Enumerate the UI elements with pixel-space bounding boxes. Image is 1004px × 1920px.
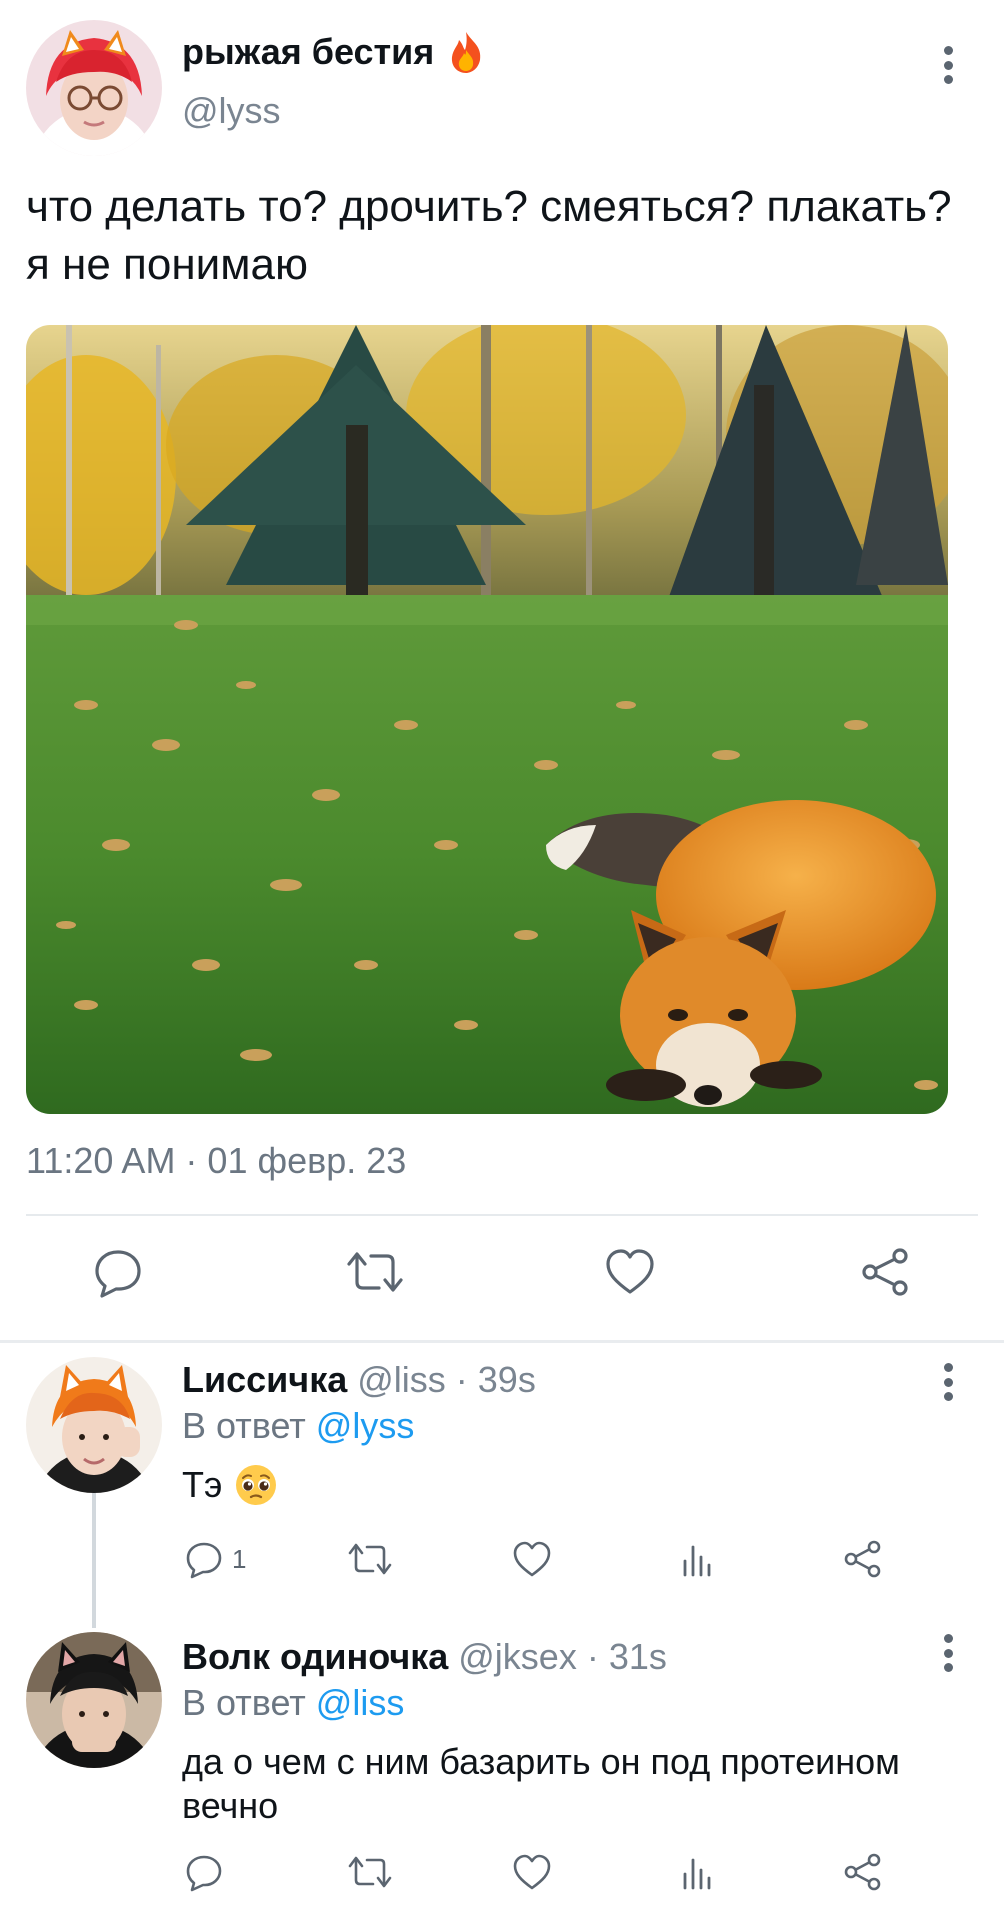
share-icon <box>844 1540 881 1578</box>
reply-author-name[interactable]: Lиссичка <box>182 1359 347 1401</box>
like-button[interactable] <box>512 1539 552 1579</box>
analytics-button[interactable] <box>677 1852 717 1892</box>
share-button[interactable] <box>843 1852 883 1892</box>
reply-to-label: В ответ <box>182 1405 306 1446</box>
share-button[interactable] <box>860 1246 912 1298</box>
reply-author-name[interactable]: Волк одиночка <box>182 1636 448 1678</box>
reply-author-avatar[interactable] <box>26 1357 162 1493</box>
reply-text: Тэ <box>182 1463 972 1507</box>
reply-to-mention[interactable]: @lyss <box>316 1405 415 1446</box>
reply-tweet[interactable]: Волк одиночка @jksex · 31s В ответ @liss… <box>0 1620 1004 1920</box>
like-button[interactable] <box>604 1246 656 1298</box>
reply-text: да о чем с ним базарить он под протеином… <box>182 1740 972 1828</box>
author-name-text: рыжая бестия <box>182 31 435 72</box>
reply-icon <box>95 1250 141 1298</box>
retweet-button[interactable] <box>345 1246 405 1298</box>
tweet-actions <box>0 1246 1004 1310</box>
reply-to-line: В ответ @liss <box>182 1682 404 1724</box>
share-icon <box>862 1248 908 1296</box>
tweet-text: что делать то? дрочить? смеяться? плакат… <box>26 182 952 289</box>
reply-tweet[interactable]: Lиссичка @liss · 39s В ответ @lyss Тэ 1 <box>0 1343 1004 1620</box>
reply-author-handle[interactable]: @liss <box>357 1359 446 1401</box>
reply-actions: 1 <box>0 1539 1004 1587</box>
reply-header: Волк одиночка @jksex · 31s <box>182 1636 667 1678</box>
more-vertical-icon[interactable] <box>942 46 954 84</box>
reply-button[interactable]: 1 <box>184 1539 246 1579</box>
analytics-button[interactable] <box>677 1539 717 1579</box>
analytics-icon <box>683 1858 711 1890</box>
author-name[interactable]: рыжая бестия <box>182 30 486 74</box>
author-handle[interactable]: @lyss <box>182 90 281 132</box>
pleading-face-icon <box>234 1463 278 1507</box>
analytics-icon <box>683 1545 711 1577</box>
retweet-icon <box>347 1252 403 1292</box>
main-tweet: рыжая бестия @lyss что делать то? дрочит… <box>0 0 1004 1343</box>
reply-author-handle[interactable]: @jksex <box>458 1636 577 1678</box>
reply-to-mention[interactable]: @liss <box>316 1682 405 1723</box>
reply-icon <box>186 1542 222 1579</box>
heart-icon <box>513 1854 551 1890</box>
heart-icon <box>513 1541 551 1577</box>
reply-text-content: да о чем с ним базарить он под протеином… <box>182 1741 900 1826</box>
more-vertical-icon[interactable] <box>942 1634 954 1672</box>
heart-icon <box>606 1249 654 1294</box>
reply-to-label: В ответ <box>182 1682 306 1723</box>
fire-icon <box>446 30 486 74</box>
reply-icon <box>186 1855 222 1892</box>
reply-button[interactable] <box>92 1246 144 1298</box>
reply-time[interactable]: · 31s <box>587 1636 667 1678</box>
reply-actions <box>0 1852 1004 1900</box>
like-button[interactable] <box>512 1852 552 1892</box>
retweet-button[interactable] <box>347 1852 393 1892</box>
retweet-icon <box>348 1543 392 1575</box>
reply-count: 1 <box>232 1543 247 1574</box>
tweet-timestamp[interactable]: 11:20 AM · 01 февр. 23 <box>26 1140 406 1182</box>
reply-button[interactable] <box>184 1852 232 1892</box>
reply-author-avatar[interactable] <box>26 1632 162 1768</box>
retweet-button[interactable] <box>347 1539 393 1579</box>
author-avatar[interactable] <box>26 20 162 156</box>
reply-time[interactable]: · 39s <box>456 1359 536 1401</box>
tweet-photo[interactable] <box>26 325 948 1114</box>
reply-header: Lиссичка @liss · 39s <box>182 1359 536 1401</box>
divider <box>26 1214 978 1216</box>
share-icon <box>844 1853 881 1891</box>
share-button[interactable] <box>843 1539 883 1579</box>
reply-text-content: Тэ <box>182 1464 223 1505</box>
retweet-icon <box>348 1856 392 1888</box>
more-vertical-icon[interactable] <box>942 1363 954 1401</box>
reply-to-line: В ответ @lyss <box>182 1405 414 1447</box>
